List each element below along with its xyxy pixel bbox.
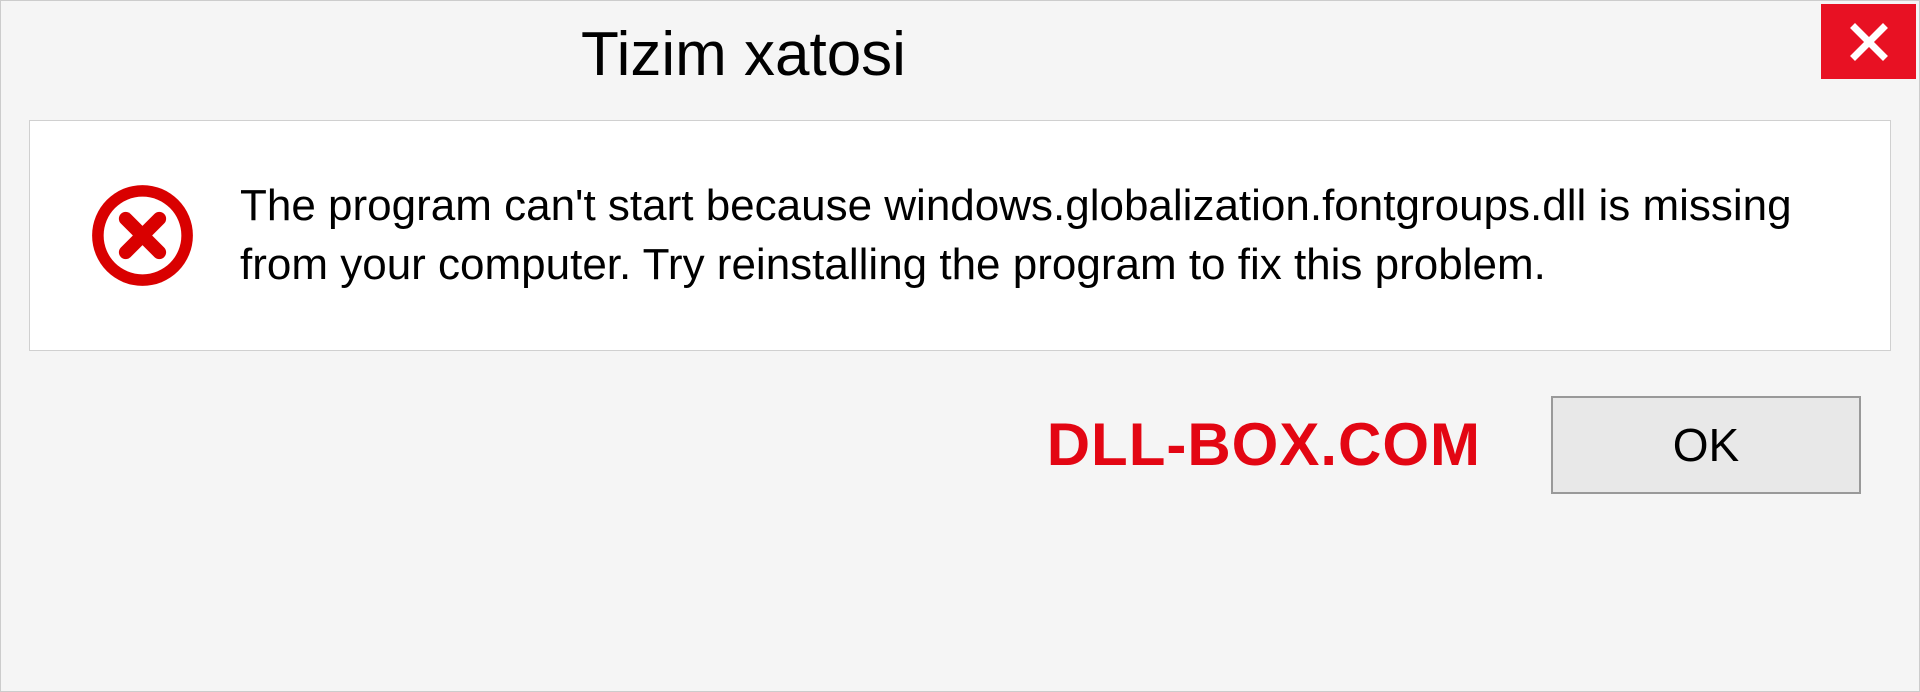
error-dialog: Tizim xatosi The program can't start bec…: [0, 0, 1920, 692]
error-icon: [90, 183, 195, 288]
ok-button[interactable]: OK: [1551, 396, 1861, 494]
watermark-text: DLL-BOX.COM: [1047, 410, 1481, 479]
error-message: The program can't start because windows.…: [240, 176, 1840, 295]
content-panel: The program can't start because windows.…: [29, 120, 1891, 351]
dialog-footer: DLL-BOX.COM OK: [1, 351, 1919, 539]
close-icon: [1849, 22, 1889, 62]
titlebar: Tizim xatosi: [1, 1, 1919, 112]
dialog-title: Tizim xatosi: [1, 1, 906, 112]
close-button[interactable]: [1821, 4, 1916, 79]
